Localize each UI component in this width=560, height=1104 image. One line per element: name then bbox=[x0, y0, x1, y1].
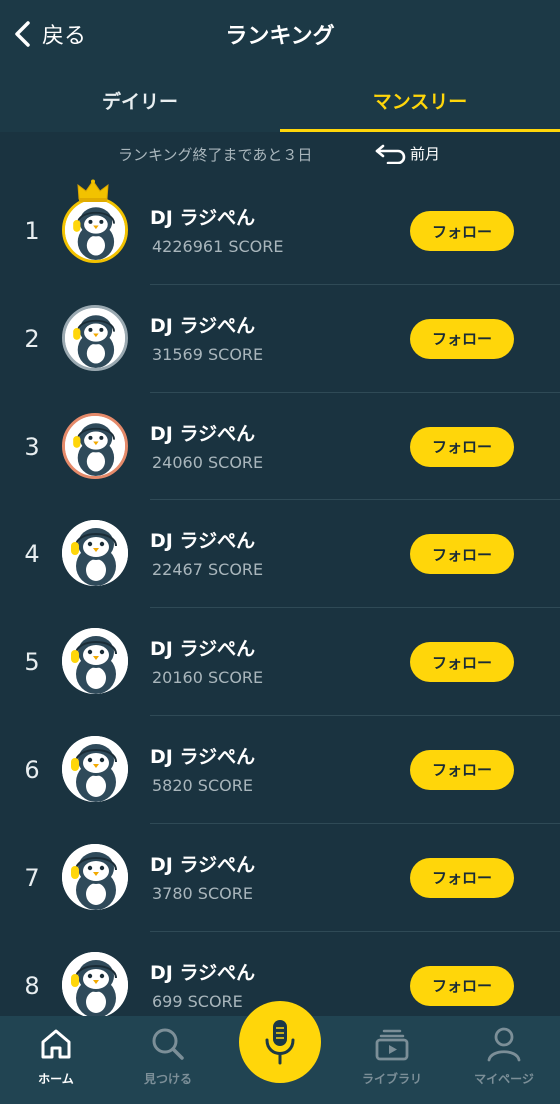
user-score: 4226961 SCORE bbox=[152, 237, 284, 256]
ranking-row: 6 DJ ラジぺん 5820 SCORE フォロー bbox=[0, 716, 560, 824]
follow-button[interactable]: フォロー bbox=[410, 857, 514, 898]
penguin-avatar-icon bbox=[62, 628, 128, 695]
penguin-avatar-icon bbox=[65, 307, 125, 368]
avatar[interactable] bbox=[62, 843, 128, 910]
avatar[interactable] bbox=[62, 628, 128, 695]
user-score: 22467 SCORE bbox=[152, 560, 264, 580]
rank-number: 3 bbox=[24, 432, 40, 461]
library-icon bbox=[375, 1029, 409, 1061]
follow-button[interactable]: フォロー bbox=[410, 642, 514, 683]
ranking-row: 4 DJ ラジぺん 22467 SCORE フォロー bbox=[0, 500, 560, 608]
ranking-row: 2 DJ ラジぺん 31569 SCORE フォロー bbox=[0, 285, 560, 393]
follow-button[interactable]: フォロー bbox=[410, 426, 514, 467]
user-score: 3780 SCORE bbox=[152, 883, 253, 903]
crown-icon bbox=[77, 179, 109, 202]
user-score: 5820 SCORE bbox=[152, 775, 253, 795]
period-tabs: デイリー マンスリー bbox=[0, 68, 560, 132]
avatar[interactable] bbox=[62, 735, 128, 802]
tabbar-mypage[interactable]: マイページ bbox=[448, 1016, 560, 1104]
penguin-avatar-icon bbox=[65, 415, 125, 476]
user-score: 699 SCORE bbox=[152, 991, 243, 1011]
avatar[interactable] bbox=[62, 412, 128, 479]
previous-month-button[interactable]: 前月 bbox=[374, 142, 440, 164]
tabbar-library[interactable]: ライブラリ bbox=[336, 1016, 448, 1104]
rank-number: 6 bbox=[24, 755, 40, 784]
tab-daily[interactable]: デイリー bbox=[0, 68, 280, 132]
record-button[interactable] bbox=[239, 1001, 321, 1083]
penguin-avatar-icon bbox=[62, 843, 128, 910]
user-name[interactable]: DJ ラジぺん bbox=[150, 958, 255, 985]
avatar[interactable] bbox=[62, 951, 128, 1018]
ranking-row: 1 DJ ラジぺん 4226961 SCORE フォロー bbox=[0, 177, 560, 285]
ranking-list: 1 DJ ラジぺん 4226961 SCORE フォロー 2 DJ ラジぺん 3… bbox=[0, 177, 560, 1040]
avatar[interactable] bbox=[62, 304, 128, 371]
microphone-icon bbox=[265, 1020, 295, 1065]
tabbar-home[interactable]: ホーム bbox=[0, 1016, 112, 1104]
penguin-avatar-icon bbox=[65, 200, 125, 260]
follow-button[interactable]: フォロー bbox=[410, 749, 514, 790]
ranking-row: 3 DJ ラジぺん 24060 SCORE フォロー bbox=[0, 393, 560, 501]
previous-month-label: 前月 bbox=[410, 144, 441, 163]
rank-number: 1 bbox=[24, 217, 40, 245]
avatar[interactable] bbox=[62, 520, 128, 587]
tabbar-home-label: ホーム bbox=[38, 1072, 74, 1086]
tabbar-discover[interactable]: 見つける bbox=[112, 1016, 224, 1104]
ranking-row: 5 DJ ラジぺん 20160 SCORE フォロー bbox=[0, 608, 560, 716]
follow-button[interactable]: フォロー bbox=[410, 965, 514, 1006]
follow-button[interactable]: フォロー bbox=[410, 318, 514, 359]
follow-button[interactable]: フォロー bbox=[410, 211, 514, 251]
penguin-avatar-icon bbox=[62, 520, 128, 587]
rank-number: 2 bbox=[24, 324, 40, 353]
rank-number: 5 bbox=[24, 648, 40, 677]
penguin-avatar-icon bbox=[62, 735, 128, 802]
follow-button[interactable]: フォロー bbox=[410, 534, 514, 575]
top-nav-bar: 戻る ランキング bbox=[0, 0, 560, 68]
user-name[interactable]: DJ ラジぺん bbox=[150, 850, 255, 877]
user-score: 24060 SCORE bbox=[152, 452, 264, 472]
home-icon bbox=[41, 1029, 71, 1059]
page-title: ランキング bbox=[225, 24, 335, 49]
remaining-days-text: ランキング終了まであと３日 bbox=[118, 146, 313, 164]
user-name[interactable]: DJ ラジぺん bbox=[150, 419, 255, 446]
user-score: 20160 SCORE bbox=[152, 668, 264, 688]
tab-monthly[interactable]: マンスリー bbox=[280, 68, 560, 132]
user-icon bbox=[487, 1027, 521, 1062]
user-name[interactable]: DJ ラジぺん bbox=[150, 311, 255, 338]
rank-number: 4 bbox=[24, 540, 40, 569]
tabbar-discover-label: 見つける bbox=[143, 1072, 192, 1086]
user-name[interactable]: DJ ラジぺん bbox=[150, 526, 255, 553]
tabbar-library-label: ライブラリ bbox=[361, 1072, 422, 1086]
user-score: 31569 SCORE bbox=[152, 344, 264, 364]
user-name[interactable]: DJ ラジぺん bbox=[150, 203, 255, 230]
avatar[interactable] bbox=[62, 197, 128, 263]
rank-number: 7 bbox=[24, 863, 40, 892]
ranking-info-bar: ランキング終了まであと３日 前月 bbox=[0, 140, 560, 170]
user-name[interactable]: DJ ラジぺん bbox=[150, 634, 255, 661]
rank-number: 8 bbox=[24, 971, 40, 1000]
penguin-avatar-icon bbox=[62, 951, 128, 1018]
ranking-row: 7 DJ ラジぺん 3780 SCORE フォロー bbox=[0, 824, 560, 932]
tabbar-mypage-label: マイページ bbox=[474, 1072, 534, 1086]
search-icon bbox=[152, 1028, 184, 1060]
user-name[interactable]: DJ ラジぺん bbox=[150, 742, 255, 769]
return-arrow-icon bbox=[375, 144, 406, 164]
